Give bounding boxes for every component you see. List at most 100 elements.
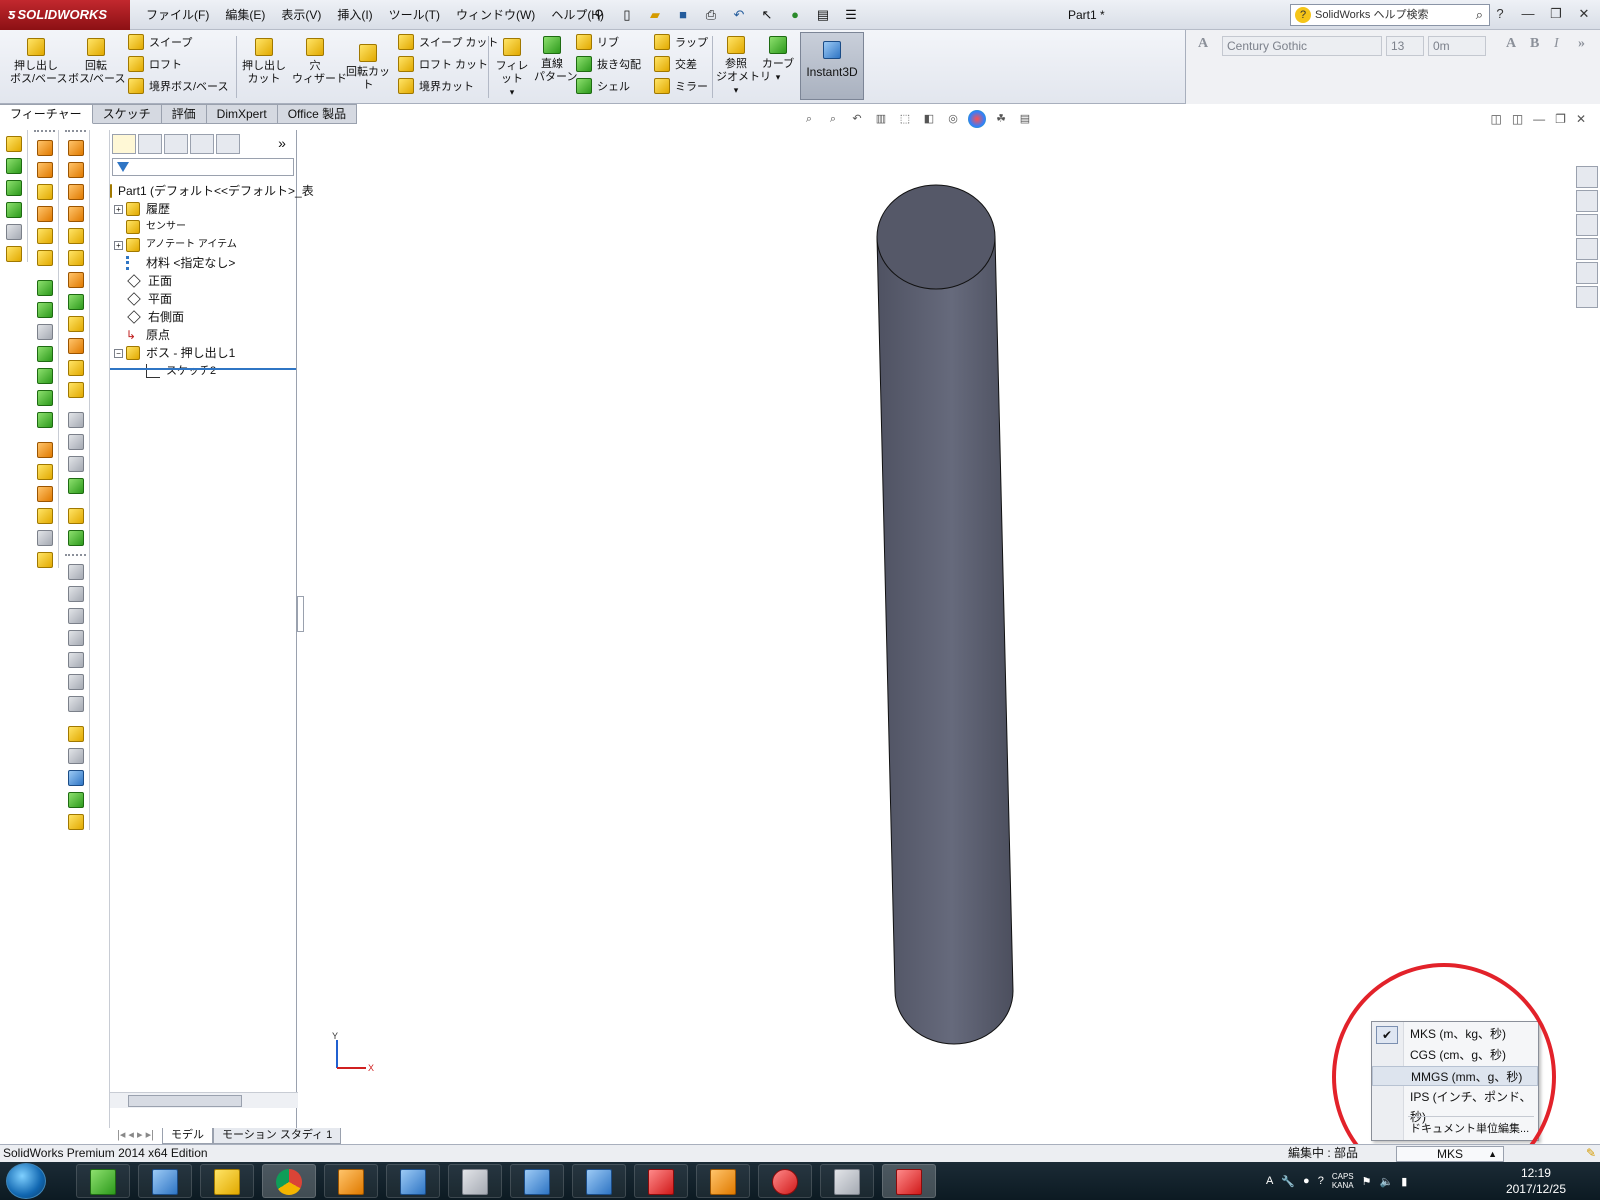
dimxpert-manager-tab-icon[interactable] [190, 134, 214, 154]
move-icon[interactable] [5, 224, 22, 240]
volume-icon[interactable]: 🔈 [1380, 1175, 1394, 1188]
expand-icon[interactable]: + [114, 204, 123, 214]
open-folder-icon[interactable]: ▰ [644, 4, 666, 26]
extrude-boss-button[interactable]: 押し出し ボス/ベース [10, 38, 68, 86]
dome-icon[interactable] [36, 552, 53, 568]
taskbar-fusion360[interactable] [696, 1164, 750, 1198]
font-family-select[interactable]: Century Gothic [1222, 36, 1382, 56]
swept-cut-icon[interactable] [36, 324, 53, 340]
tools-tray-icon[interactable]: 🔧 [1281, 1175, 1295, 1188]
table-pattern-icon[interactable] [67, 478, 84, 494]
wrap-v-icon[interactable] [67, 140, 84, 156]
menu-insert[interactable]: 挿入(I) [329, 0, 380, 30]
feature-tree-tab-icon[interactable] [112, 134, 136, 154]
loft-button[interactable]: ロフト [128, 56, 182, 72]
flex-icon[interactable] [67, 162, 84, 178]
wrap-button[interactable]: ラップ [654, 34, 708, 50]
view-right-icon[interactable] [67, 630, 84, 646]
mirror-button[interactable]: ミラー [654, 78, 708, 94]
tab-dimxpert[interactable]: DimXpert [206, 104, 278, 124]
units-selector[interactable]: MKS ▲ [1396, 1146, 1504, 1162]
tree-item-sketch2[interactable]: スケッチ2 [110, 362, 296, 380]
font-style-icon[interactable]: A [1198, 36, 1208, 52]
taskbar-chrome[interactable] [262, 1164, 316, 1198]
revolve-boss-button[interactable]: 回転 ボス/ベース [68, 38, 126, 86]
intersect-button[interactable]: 交差 [654, 56, 697, 72]
apply-scene-icon[interactable]: ☘ [992, 110, 1010, 128]
menu-window[interactable]: ウィンドウ(W) [448, 0, 543, 30]
rollback-bar[interactable] [110, 368, 296, 370]
combine-icon[interactable] [67, 250, 84, 266]
shell-button[interactable]: シェル [576, 78, 630, 94]
view-top-icon[interactable] [67, 652, 84, 668]
power-tray-icon[interactable]: ▮ [1401, 1175, 1407, 1188]
help-search-input[interactable]: ? SolidWorks ヘルプ検索 ⌕ [1290, 4, 1490, 26]
shell-v-icon[interactable] [36, 530, 53, 546]
deform-icon[interactable] [67, 184, 84, 200]
hole-wizard-button[interactable]: 穴 ウィザード [292, 38, 347, 86]
edit-appearance-icon[interactable] [968, 110, 986, 128]
undo-icon[interactable]: ↶ [728, 4, 750, 26]
tab-motion-study[interactable]: モーション スタディ 1 [212, 1128, 342, 1144]
hole-icon[interactable] [36, 412, 53, 428]
rebuild-status-icon[interactable]: ✎ [1586, 1145, 1596, 1162]
toolbox-icon[interactable] [5, 246, 22, 262]
taskbar-app-info[interactable] [758, 1164, 812, 1198]
new-document-icon[interactable]: ▯ [616, 4, 638, 26]
bold-icon[interactable]: B [1530, 36, 1539, 52]
tab-sketch[interactable]: スケッチ [92, 104, 162, 124]
taskbar-calendar[interactable] [448, 1164, 502, 1198]
reference-plane-icon[interactable] [67, 508, 84, 524]
feature-filter-input[interactable] [112, 158, 294, 176]
revolved-boss-icon[interactable] [36, 162, 53, 178]
tree-item-boss-extrude1[interactable]: − ボス - 押し出し1 [110, 344, 296, 362]
taskbar-outlook[interactable] [324, 1164, 378, 1198]
tab-evaluate[interactable]: 評価 [161, 104, 207, 124]
select-pointer-icon[interactable]: ↖ [756, 4, 778, 26]
tree-item-sensors[interactable]: センサー [110, 218, 296, 236]
tree-item-material[interactable]: 材料 <指定なし> [110, 254, 296, 272]
help-menu-icon[interactable]: ? [1490, 4, 1510, 24]
sweep-button[interactable]: スイープ [128, 34, 192, 50]
sweep-cut-button[interactable]: スイープ カット [398, 34, 498, 50]
taskbar-explorer[interactable] [200, 1164, 254, 1198]
freeform-icon[interactable] [67, 228, 84, 244]
viewport-split2-icon[interactable]: ◫ [1512, 112, 1523, 126]
fillet-button[interactable]: フィレット ▾ [492, 38, 532, 99]
boundary-cut-button[interactable]: 境界カット [398, 78, 474, 94]
circular-pattern-icon[interactable] [67, 412, 84, 428]
tab-nav-arrows-icon[interactable]: |◂ ◂ ▸ ▸| [109, 1128, 162, 1144]
taskbar-solidworks-2[interactable] [882, 1164, 936, 1198]
zoom-to-fit-icon[interactable]: ⌕ [800, 110, 818, 128]
linear-pattern-button[interactable]: 直線 パターン [534, 36, 577, 84]
menu-edit[interactable]: 編集(E) [217, 0, 273, 30]
taskbar-solidworks-1[interactable] [634, 1164, 688, 1198]
expand-icon[interactable]: + [114, 240, 123, 250]
menu-tools[interactable]: ツール(T) [381, 0, 448, 30]
view-bottom-icon[interactable] [67, 674, 84, 690]
lofted-cut-icon[interactable] [36, 346, 53, 362]
indent-icon[interactable] [67, 206, 84, 222]
file-explorer-icon[interactable] [1576, 214, 1598, 236]
tree-item-annotations[interactable]: + アノテート アイテム [110, 236, 296, 254]
tree-item-right-plane[interactable]: 右側面 [110, 308, 296, 326]
taskbar-word[interactable] [138, 1164, 192, 1198]
view-left-icon[interactable] [67, 608, 84, 624]
chamfer-icon[interactable] [36, 464, 53, 480]
options-icon[interactable]: ☰ [840, 4, 862, 26]
thicken-cut-icon[interactable] [36, 390, 53, 406]
tree-horizontal-scrollbar[interactable] [110, 1092, 298, 1108]
menu-file[interactable]: ファイル(F) [138, 0, 217, 30]
close-icon[interactable]: ✕ [1574, 4, 1594, 24]
convert-entities-icon[interactable] [67, 770, 84, 786]
windows-start-button[interactable] [6, 1163, 46, 1199]
save-icon[interactable]: ■ [672, 4, 694, 26]
collapse-icon[interactable]: − [114, 348, 123, 358]
tree-item-top-plane[interactable]: 平面 [110, 290, 296, 308]
draft-button[interactable]: 抜き勾配 [576, 56, 641, 72]
zoom-to-area-icon[interactable]: ⌕ [824, 110, 842, 128]
tree-item-origin[interactable]: ↳ 原点 [110, 326, 296, 344]
draft-v-icon[interactable] [36, 508, 53, 524]
property-manager-tab-icon[interactable] [138, 134, 162, 154]
pin-icon[interactable]: ⚲ [588, 4, 610, 26]
